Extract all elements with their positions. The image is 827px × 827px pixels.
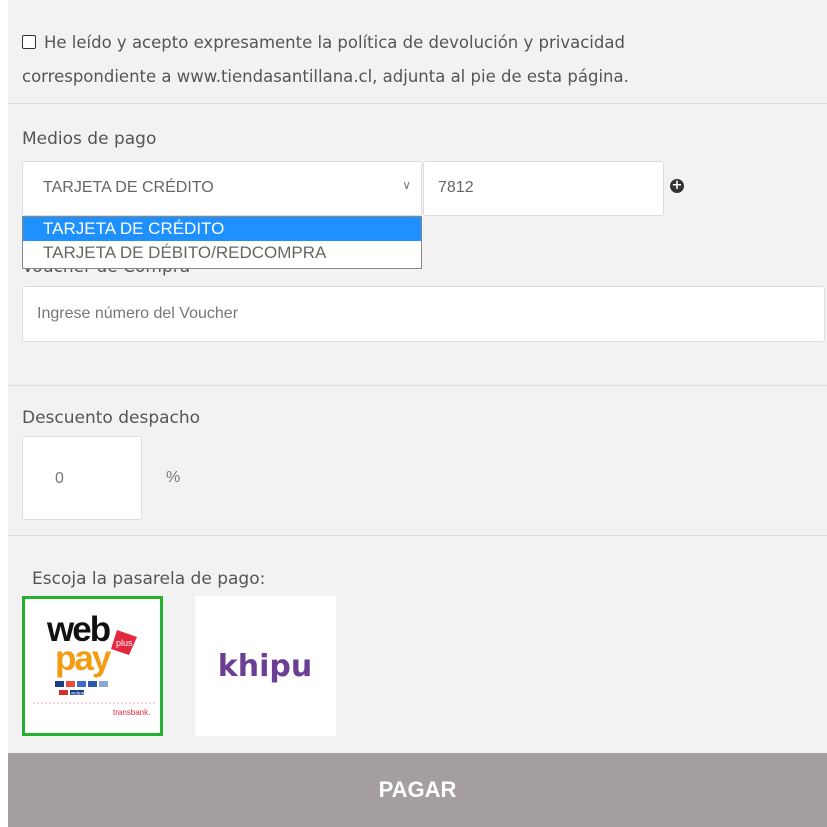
webpay-word-pay: pay (55, 639, 112, 678)
card-logo-icon (77, 681, 86, 687)
chevron-down-icon: ∨ (402, 178, 411, 192)
shipping-discount-value: 0 (55, 470, 64, 487)
card-digits-field[interactable]: 7812 (423, 161, 664, 216)
payment-method-value: TARJETA DE CRÉDITO (43, 179, 214, 196)
webpay-gateway-option[interactable]: web pay plus webpay transbank. (22, 596, 163, 736)
shipping-discount-input[interactable]: 0 (22, 436, 142, 520)
pay-button[interactable]: PAGAR (8, 753, 827, 827)
divider (8, 535, 827, 536)
card-digits-value: 7812 (438, 179, 474, 196)
webpay-logo: web pay plus webpay transbank. (33, 610, 155, 717)
terms-checkbox[interactable] (22, 35, 36, 49)
transbank-brand: transbank. (113, 708, 150, 717)
voucher-input[interactable]: Ingrese número del Voucher (22, 286, 825, 342)
webpay-badge-text: plus (116, 638, 133, 648)
khipu-word: khipu (218, 649, 312, 684)
card-logo-icon (99, 681, 108, 687)
card-logo-icon (55, 681, 64, 687)
khipu-gateway-option[interactable]: khipu (195, 596, 336, 736)
checkout-panel: He leído y acepto expresamente la políti… (8, 0, 827, 827)
card-logo-icon (66, 681, 75, 687)
terms-text-line2: correspondiente a www.tiendasantillana.c… (22, 67, 629, 86)
card-logo-icon (59, 690, 68, 695)
payment-method-label: Medios de pago (22, 129, 157, 149)
card-logo-icon (88, 681, 97, 687)
terms-consent: He leído y acepto expresamente la políti… (22, 26, 812, 94)
payment-method-select[interactable]: TARJETA DE CRÉDITO ∨ (22, 161, 422, 216)
terms-text-line1: He leído y acepto expresamente la políti… (44, 33, 625, 52)
shipping-discount-label: Descuento despacho (22, 408, 201, 428)
khipu-logo: khipu (218, 649, 312, 684)
dropdown-option-credit[interactable]: TARJETA DE CRÉDITO (23, 217, 421, 241)
divider (8, 385, 827, 386)
webpay-mini-label: webpay (71, 691, 87, 696)
gateway-label: Escoja la pasarela de pago: (32, 569, 266, 589)
divider (8, 103, 827, 104)
payment-method-dropdown[interactable]: TARJETA DE CRÉDITO TARJETA DE DÉBITO/RED… (22, 216, 422, 269)
percent-unit: % (166, 469, 181, 486)
voucher-placeholder: Ingrese número del Voucher (37, 305, 239, 322)
add-payment-icon[interactable]: + (670, 179, 684, 193)
dropdown-option-debit[interactable]: TARJETA DE DÉBITO/REDCOMPRA (23, 241, 421, 265)
